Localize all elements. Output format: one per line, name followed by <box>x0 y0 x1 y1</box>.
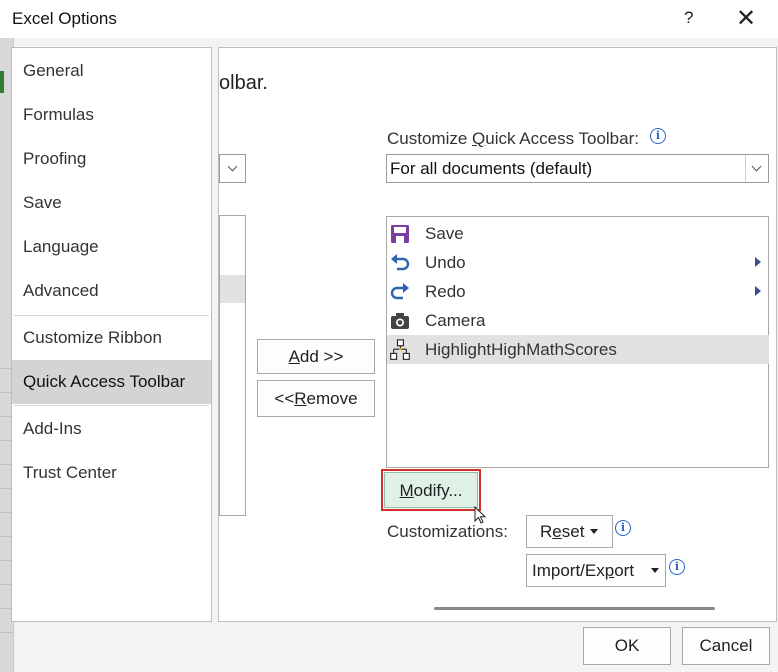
nav-item-quick-access-toolbar[interactable]: Quick Access Toolbar <box>12 360 211 404</box>
remove-button[interactable]: << Remove <box>257 380 375 417</box>
nav-item-add-ins[interactable]: Add-Ins <box>12 407 211 451</box>
camera-icon <box>391 313 409 329</box>
nav-separator <box>14 405 209 406</box>
list-item[interactable]: Camera <box>387 306 769 335</box>
window-title: Excel Options <box>12 9 117 28</box>
cancel-button[interactable]: Cancel <box>682 627 770 665</box>
add-button[interactable]: Add >> <box>257 339 375 374</box>
redo-icon <box>390 283 409 300</box>
list-item[interactable]: Redo <box>387 277 769 306</box>
submenu-arrow-icon <box>755 257 761 267</box>
customizations-label: Customizations: <box>387 522 508 541</box>
ok-button[interactable]: OK <box>583 627 671 665</box>
nav-item-advanced[interactable]: Advanced <box>12 269 211 313</box>
nav-item-save[interactable]: Save <box>12 181 211 225</box>
modify-button[interactable]: Modify... <box>384 472 478 508</box>
list-item[interactable]: Undo <box>387 248 769 277</box>
help-button[interactable]: ? <box>684 8 693 28</box>
available-commands-list[interactable] <box>219 215 246 516</box>
dropdown-arrow-icon <box>590 529 598 534</box>
list-item[interactable] <box>220 275 245 303</box>
nav-item-language[interactable]: Language <box>12 225 211 269</box>
reset-button[interactable]: Reset <box>526 515 613 548</box>
options-nav: General Formulas Proofing Save Language … <box>11 47 212 622</box>
list-item[interactable]: Save <box>387 219 769 248</box>
nav-item-trust-center[interactable]: Trust Center <box>12 451 211 495</box>
close-button[interactable]: ✕ <box>736 4 756 33</box>
undo-icon <box>391 254 410 271</box>
qat-scope-value: For all documents (default) <box>390 159 593 178</box>
chevron-down-icon <box>745 155 768 182</box>
nav-item-formulas[interactable]: Formulas <box>12 93 211 137</box>
save-icon <box>391 225 409 243</box>
import-export-button[interactable]: Import/Export <box>526 554 666 587</box>
submenu-arrow-icon <box>755 286 761 296</box>
horizontal-scrollbar[interactable] <box>434 607 715 610</box>
customize-qat-label: Customize Quick Access Toolbar: <box>387 129 639 148</box>
nav-item-proofing[interactable]: Proofing <box>12 137 211 181</box>
nav-item-customize-ribbon[interactable]: Customize Ribbon <box>12 316 211 360</box>
info-icon[interactable]: i <box>650 128 666 144</box>
dropdown-arrow-icon <box>651 568 659 573</box>
macro-icon <box>390 339 410 360</box>
qat-scope-select[interactable]: For all documents (default) <box>386 154 769 183</box>
info-icon[interactable]: i <box>615 520 631 536</box>
choose-commands-select[interactable] <box>219 154 246 183</box>
info-icon[interactable]: i <box>669 559 685 575</box>
qat-items-list[interactable]: Save Undo Redo Camera HighlightHighMathS… <box>386 216 769 468</box>
list-item[interactable]: HighlightHighMathScores <box>387 335 769 364</box>
nav-item-general[interactable]: General <box>12 49 211 93</box>
section-heading: olbar. <box>219 72 268 94</box>
